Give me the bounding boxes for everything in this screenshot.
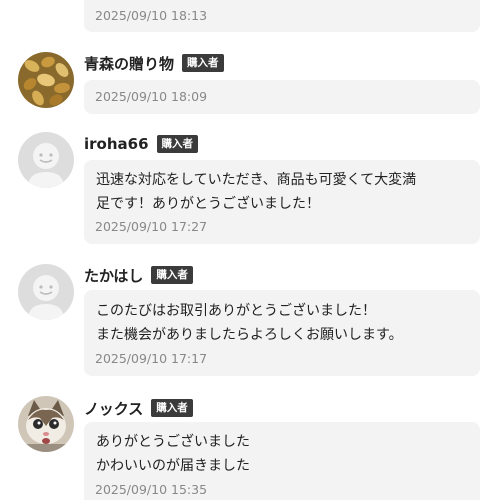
reviewer-name[interactable]: iroha66 [84,135,149,153]
review-message: 迅速な対応をしていただき、商品も可愛くて大変満 足です！ありがとうございました！ [96,168,472,216]
buyer-badge: 購入者 [151,399,193,417]
buyer-badge: 購入者 [156,135,199,153]
review-timestamp: 2025/09/10 15:35 [95,482,208,497]
review-bubble: このたびはお取引ありがとうございました！ また機会がありましたらよろしくお願いし… [84,290,480,376]
review-message-line: かわいいのが届きました [96,458,250,474]
review-timestamp: 2025/09/10 18:13 [95,8,208,23]
review-message: このたびはお取引ありがとうございました！ また機会がありましたらよろしくお願いし… [96,299,472,347]
review-bubble: 2025/09/10 18:09 [84,80,480,114]
review-bubble: ありがとうございました かわいいのが届きました 2025/09/10 15:35 [84,422,480,500]
review-bubble: 2025/09/10 18:13 [84,0,480,32]
reviewer-header: ノックス 購入者 [84,397,193,419]
buyer-badge: 購入者 [151,266,193,284]
avatar-cat-photo-icon[interactable] [18,396,74,452]
buyer-badge: 購入者 [182,54,224,72]
review-feed: 2025/09/10 18:13 青森の贈り物 購入者 2025/09/10 1… [0,0,500,500]
reviewer-header: 青森の贈り物 購入者 [84,52,224,74]
review-message-line: このたびはお取引ありがとうございました！ [96,303,376,319]
review-message-line: また機会がありましたらよろしくお願いします。 [96,327,403,343]
reviewer-name[interactable]: 青森の贈り物 [84,53,174,74]
review-timestamp: 2025/09/10 17:27 [95,219,208,234]
review-message-line: ありがとうございました [96,434,250,450]
reviewer-header: iroha66 購入者 [84,133,199,155]
avatar-default-user-icon[interactable] [18,132,74,188]
reviewer-header: たかはし 購入者 [84,264,193,286]
avatar-default-user-icon[interactable] [18,264,74,320]
review-timestamp: 2025/09/10 18:09 [95,89,208,104]
review-message-line: 迅速な対応をしていただき、商品も可愛くて大変満 [96,172,417,188]
avatar-nuts-photo-icon[interactable] [18,52,74,108]
review-message: ありがとうございました かわいいのが届きました [96,430,472,478]
review-timestamp: 2025/09/10 17:17 [95,351,208,366]
reviewer-name[interactable]: ノックス [84,398,143,419]
review-message-line: 足です！ありがとうございました！ [96,196,320,212]
reviewer-name[interactable]: たかはし [84,265,143,286]
review-bubble: 迅速な対応をしていただき、商品も可愛くて大変満 足です！ありがとうございました！… [84,160,480,244]
